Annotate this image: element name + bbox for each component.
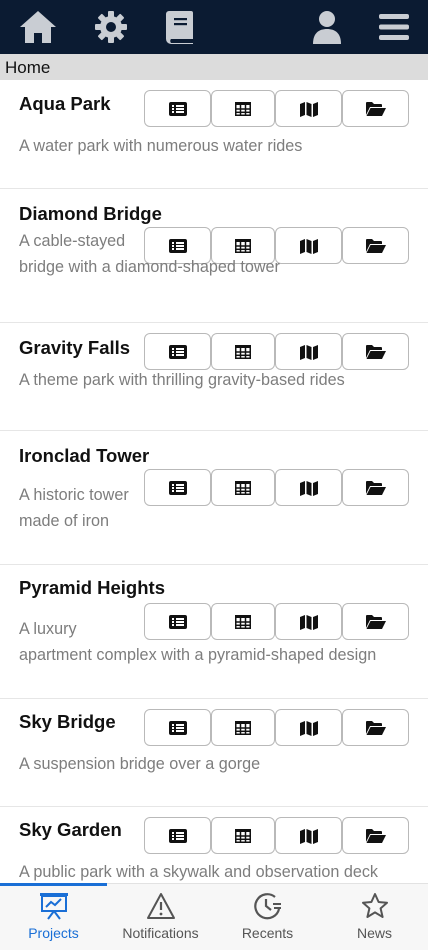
folder-button[interactable] <box>342 333 409 370</box>
menu-icon[interactable] <box>374 8 414 46</box>
layout-spacer <box>144 616 414 642</box>
warning-icon <box>146 893 175 919</box>
list-icon <box>168 344 187 359</box>
list-item[interactable]: Sky Bridge A suspension bridge over a gor… <box>0 699 428 807</box>
project-description: A public park with a skywalk and observa… <box>19 859 414 883</box>
home-icon[interactable] <box>18 8 58 46</box>
map-button[interactable] <box>275 90 342 127</box>
folder-button[interactable] <box>342 817 409 854</box>
project-title[interactable]: Sky Bridge <box>19 711 116 733</box>
project-description: A suspension bridge over a gorge <box>19 751 414 777</box>
list-button[interactable] <box>144 333 211 370</box>
nav-news[interactable]: News <box>321 884 428 950</box>
folder-button[interactable] <box>342 90 409 127</box>
list-button[interactable] <box>144 709 211 746</box>
breadcrumb-home[interactable]: Home <box>5 58 50 77</box>
layout-spacer <box>144 482 414 508</box>
top-bar <box>0 0 428 54</box>
project-description-text: A public park with a skywalk and observa… <box>19 863 379 881</box>
project-actions <box>144 709 409 746</box>
nav-recents[interactable]: Recents <box>214 884 321 950</box>
map-button[interactable] <box>275 709 342 746</box>
project-description: A theme park with thrilling gravity-base… <box>19 367 414 393</box>
table-icon <box>235 101 251 116</box>
nav-notifications[interactable]: Notifications <box>107 884 214 950</box>
bottom-nav: Projects Notifications Recents News <box>0 883 428 950</box>
map-icon <box>299 720 318 736</box>
presentation-chart-icon <box>39 893 68 920</box>
table-button[interactable] <box>211 90 275 127</box>
map-button[interactable] <box>275 817 342 854</box>
nav-label: Notifications <box>122 925 199 941</box>
book-icon[interactable] <box>160 8 200 46</box>
list-item[interactable]: Gravity Falls A theme park with thrilling… <box>0 323 428 431</box>
star-icon <box>361 893 388 918</box>
folder-open-icon <box>365 101 386 116</box>
list-item[interactable]: Ironclad Tower A historic tower made of i… <box>0 431 428 565</box>
list-icon <box>168 828 187 843</box>
folder-open-icon <box>365 720 386 735</box>
project-description-text: A theme park with thrilling gravity-base… <box>19 371 345 389</box>
nav-projects[interactable]: Projects <box>0 883 107 950</box>
project-actions <box>144 90 409 127</box>
project-list: Aqua Park A water park with numerous wate… <box>0 80 428 883</box>
table-button[interactable] <box>211 709 275 746</box>
gear-icon[interactable] <box>91 8 131 46</box>
nav-label: News <box>356 925 392 941</box>
project-actions <box>144 817 409 854</box>
project-title[interactable]: Aqua Park <box>19 93 111 115</box>
list-item[interactable]: Diamond Bridge A cable-stayed bridge with… <box>0 189 428 323</box>
user-icon[interactable] <box>307 8 347 46</box>
list-button[interactable] <box>144 817 211 854</box>
project-description-text: A suspension bridge over a gorge <box>19 755 261 773</box>
table-button[interactable] <box>211 817 275 854</box>
nav-label: Projects <box>28 925 79 941</box>
project-title[interactable]: Ironclad Tower <box>19 445 149 467</box>
list-button[interactable] <box>144 90 211 127</box>
table-icon <box>235 344 251 359</box>
nav-label: Recents <box>241 925 294 941</box>
project-description-text: A water park with numerous water rides <box>19 137 303 155</box>
project-title[interactable]: Pyramid Heights <box>19 577 165 599</box>
table-icon <box>235 720 251 735</box>
project-description: A cable-stayed bridge with a diamond-sha… <box>19 228 414 280</box>
list-icon <box>168 720 187 735</box>
folder-button[interactable] <box>342 709 409 746</box>
project-title[interactable]: Sky Garden <box>19 819 122 841</box>
clock-history-icon <box>253 893 281 920</box>
project-title[interactable]: Gravity Falls <box>19 337 130 359</box>
project-description: A luxury apartment complex with a pyrami… <box>19 616 414 668</box>
list-icon <box>168 101 187 116</box>
map-icon <box>299 101 318 117</box>
project-title[interactable]: Diamond Bridge <box>19 203 162 225</box>
list-item[interactable]: Sky Garden A public park with a skywalk a… <box>0 807 428 883</box>
table-button[interactable] <box>211 333 275 370</box>
list-item[interactable]: Aqua Park A water park with numerous wate… <box>0 80 428 189</box>
map-icon <box>299 828 318 844</box>
project-description: A historic tower made of iron <box>19 482 414 534</box>
project-description-text: A historic tower made of iron <box>19 486 129 530</box>
map-button[interactable] <box>275 333 342 370</box>
layout-spacer <box>144 228 414 254</box>
breadcrumb: Home <box>0 54 428 80</box>
list-item[interactable]: Pyramid Heights A luxury apartment comple… <box>0 565 428 699</box>
project-description: A water park with numerous water rides <box>19 133 414 159</box>
project-actions <box>144 333 409 370</box>
map-icon <box>299 344 318 360</box>
folder-open-icon <box>365 828 386 843</box>
folder-open-icon <box>365 344 386 359</box>
table-icon <box>235 828 251 843</box>
